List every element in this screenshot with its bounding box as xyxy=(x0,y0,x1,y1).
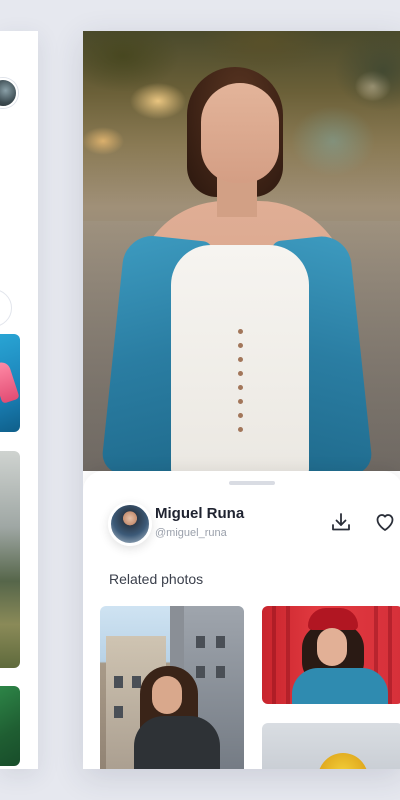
detail-sheet: Miguel Runa @miguel_runa Related photos xyxy=(83,471,400,769)
author-handle: @miguel_runa xyxy=(155,527,227,539)
related-photo-1[interactable] xyxy=(100,606,244,769)
photo-detail-screen: Miguel Runa @miguel_runa Related photos xyxy=(83,31,400,769)
feed-photo-3[interactable] xyxy=(0,686,20,766)
related-photos-title: Related photos xyxy=(109,571,204,587)
related-photo-2[interactable] xyxy=(262,606,400,704)
photo-content xyxy=(134,716,220,769)
heart-icon xyxy=(376,514,394,531)
photo-content xyxy=(216,636,225,648)
photo-content xyxy=(132,676,141,688)
related-photo-3[interactable] xyxy=(262,723,400,769)
user-avatar[interactable] xyxy=(0,78,18,108)
download-button[interactable] xyxy=(329,510,353,534)
author-name[interactable]: Miguel Runa xyxy=(155,505,244,522)
photo-content xyxy=(317,628,347,666)
photo-content xyxy=(388,606,392,704)
feed-photo-1[interactable] xyxy=(0,334,20,432)
like-button[interactable] xyxy=(373,510,397,534)
photo-content xyxy=(286,606,290,704)
photo-content xyxy=(114,676,123,688)
photo-content xyxy=(0,360,20,404)
download-icon xyxy=(332,513,350,531)
photo-content xyxy=(272,606,276,704)
photo-content xyxy=(308,608,358,630)
photo-content xyxy=(196,666,205,678)
author-avatar[interactable] xyxy=(108,502,152,546)
hero-photo[interactable] xyxy=(83,31,400,471)
photo-content xyxy=(318,753,368,769)
photo-content xyxy=(152,676,182,714)
photo-subject-face xyxy=(201,83,279,183)
photo-content xyxy=(196,636,205,648)
photo-content xyxy=(114,706,123,718)
sheet-handle[interactable] xyxy=(229,481,275,485)
feed-photo-2[interactable] xyxy=(0,451,20,668)
photo-content xyxy=(216,666,225,678)
round-button[interactable] xyxy=(0,289,12,327)
feed-screen-partial xyxy=(0,31,38,769)
photo-subject-buttons xyxy=(238,329,244,441)
photo-content xyxy=(292,668,388,704)
